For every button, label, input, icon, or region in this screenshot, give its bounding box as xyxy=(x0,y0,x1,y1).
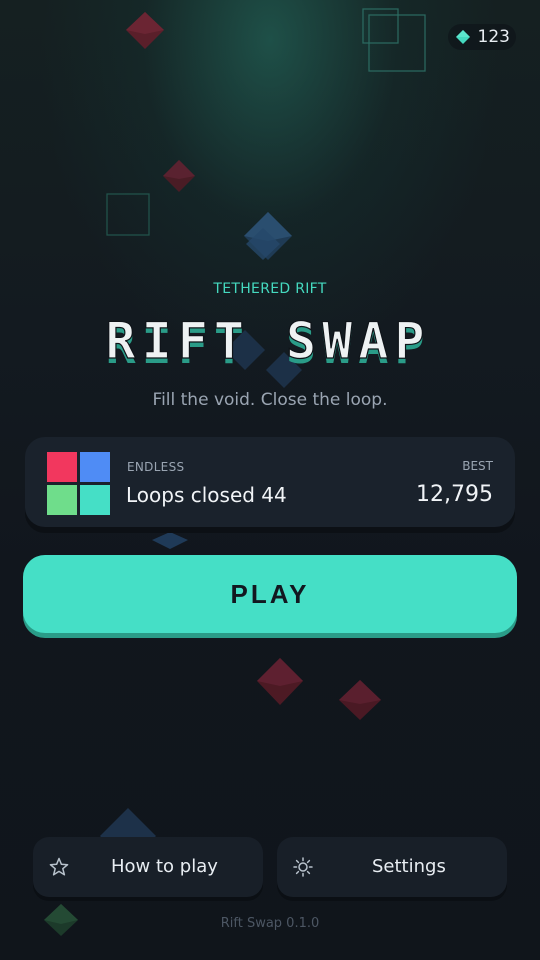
tile-green xyxy=(47,485,77,515)
tile-red xyxy=(47,452,77,482)
tile-teal xyxy=(80,485,110,515)
mode-tiles-icon xyxy=(47,452,111,516)
mode-label: ENDLESS xyxy=(127,460,185,474)
mode-card[interactable]: ENDLESS Loops closed 44 BEST 12,795 xyxy=(25,437,515,527)
how-to-play-label: How to play xyxy=(111,856,218,877)
bg-outline-square xyxy=(106,193,150,236)
sun-gear-icon xyxy=(293,857,313,877)
tile-blue xyxy=(80,452,110,482)
play-button[interactable]: PLAY xyxy=(23,555,517,633)
loops-closed: Loops closed 44 xyxy=(126,483,287,507)
logo-title: RIFT SWAP xyxy=(106,318,431,370)
bg-red-gem-face xyxy=(126,12,164,34)
main-menu-screen: 123 TETHERED RIFT RIFT SWAP RIFT SWAP Fi… xyxy=(0,0,540,960)
best-score: 12,795 xyxy=(416,482,493,507)
bg-red-gem-face xyxy=(257,658,303,686)
bg-blue-gem xyxy=(152,532,188,549)
game-subtitle: TETHERED RIFT xyxy=(213,281,327,297)
settings-label: Settings xyxy=(372,856,446,877)
play-label: PLAY xyxy=(230,579,310,609)
settings-button[interactable]: Settings xyxy=(277,837,507,897)
bg-red-gem-face xyxy=(339,680,381,704)
version-label: Rift Swap 0.1.0 xyxy=(220,916,320,931)
game-logo: RIFT SWAP RIFT SWAP xyxy=(105,318,431,370)
best-label: BEST xyxy=(462,459,493,473)
gem-count: 123 xyxy=(477,27,510,47)
gem-icon xyxy=(455,30,470,44)
gem-counter: 123 xyxy=(447,24,516,50)
star-icon xyxy=(49,857,69,876)
bg-outline-square xyxy=(362,8,399,44)
how-to-play-button[interactable]: How to play xyxy=(33,837,263,897)
game-tagline: Fill the void. Close the loop. xyxy=(152,390,388,410)
bg-red-gem-face xyxy=(163,160,195,179)
